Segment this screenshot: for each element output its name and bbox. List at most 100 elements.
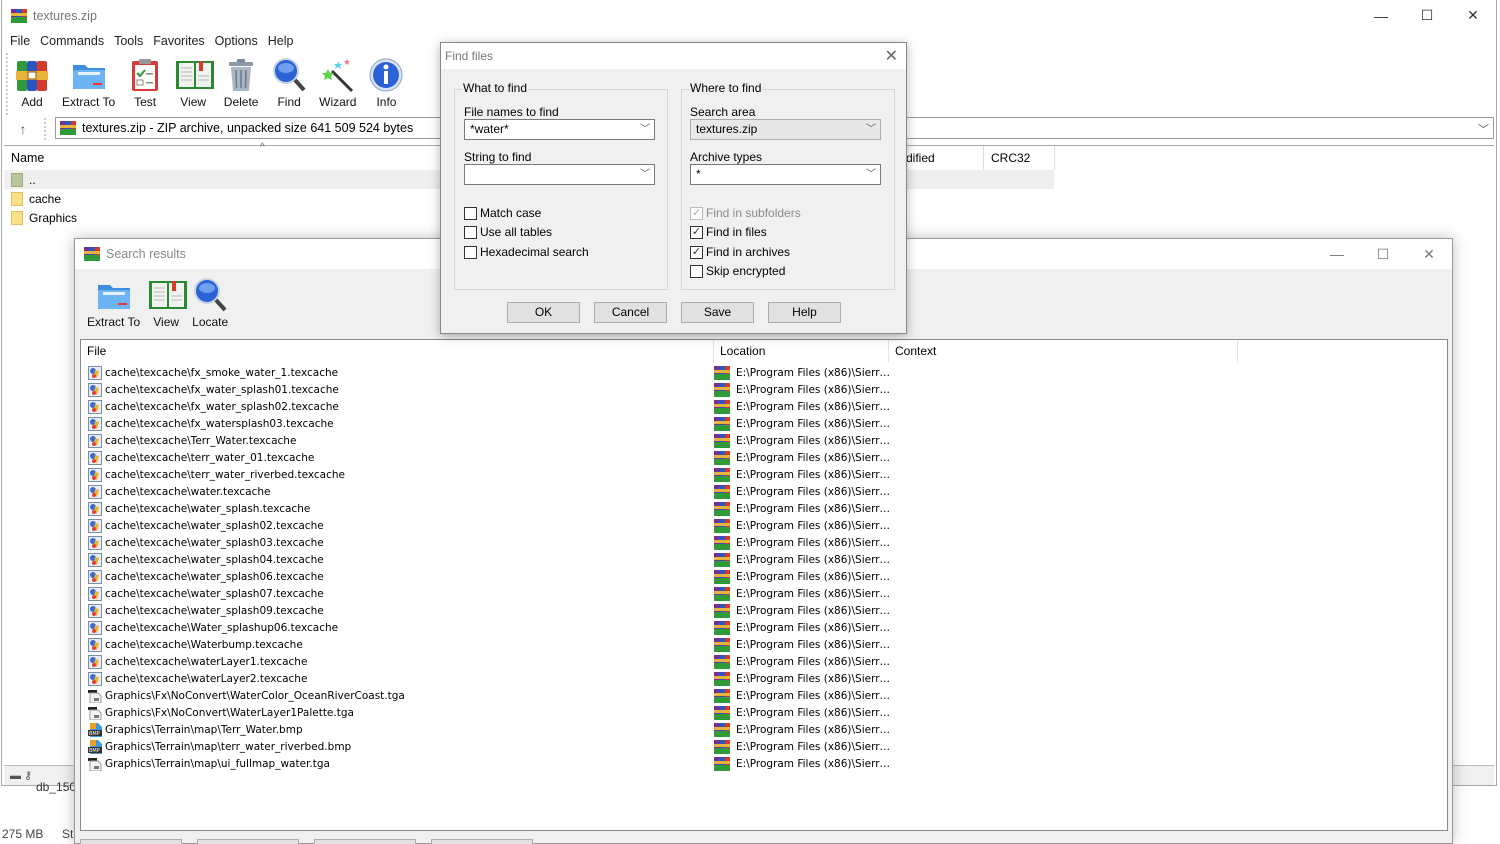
result-row[interactable]: BMP Graphics\Terrain\map\Terr_Water.bmp E:… <box>81 721 1447 738</box>
texcache-file-icon <box>88 433 102 448</box>
menu-options[interactable]: Options <box>210 34 263 48</box>
add-button[interactable]: Add <box>8 53 56 109</box>
cancel-button[interactable]: Cancel <box>594 302 667 323</box>
find-dialog-titlebar[interactable]: Find files ✕ <box>441 43 906 69</box>
archive-icon <box>714 654 730 670</box>
result-row[interactable]: cache\texcache\Waterbump.texcache E:\Prog… <box>81 636 1447 653</box>
menu-favorites[interactable]: Favorites <box>148 34 209 48</box>
file-names-combo[interactable]: *water* ﹀ <box>464 119 655 140</box>
checkbox-label: Use all tables <box>480 225 553 239</box>
save-button[interactable]: Save <box>681 302 754 323</box>
find-in-files-checkbox[interactable]: ✓ Find in files <box>690 224 767 240</box>
result-file-text: cache\texcache\water_splash06.texcache <box>105 570 324 583</box>
archive-types-combo[interactable]: * ﹀ <box>690 164 881 185</box>
find-button[interactable]: Find <box>265 53 313 109</box>
menu-help[interactable]: Help <box>263 34 299 48</box>
find-in-subfolders-checkbox[interactable]: ✓ Find in subfolders <box>690 205 801 221</box>
result-row[interactable]: cache\texcache\Terr_Water.texcache E:\Pro… <box>81 432 1447 449</box>
close-button[interactable]: ✕ <box>1450 0 1496 31</box>
result-location: E:\Program Files (x86)\Sierr… <box>714 670 890 687</box>
ok-button[interactable]: OK <box>507 302 580 323</box>
result-row[interactable]: cache\texcache\Water_splashup06.texcache… <box>81 619 1447 636</box>
up-folder-button[interactable]: ↑ <box>2 117 46 140</box>
info-button[interactable]: Info <box>362 53 410 109</box>
result-row[interactable]: cache\texcache\fx_water_splash01.texcach… <box>81 381 1447 398</box>
bottom-button-1[interactable] <box>80 839 182 844</box>
chevron-down-icon[interactable]: ﹀ <box>866 165 876 184</box>
extract-to-button[interactable]: Extract To <box>83 275 144 329</box>
archive-icon <box>714 399 730 415</box>
result-row[interactable]: cache\texcache\terr_water_01.texcache E:\… <box>81 449 1447 466</box>
search-area-combo[interactable]: textures.zip ﹀ <box>690 119 881 140</box>
bottom-button-3[interactable] <box>314 839 416 844</box>
chevron-down-icon[interactable]: ﹀ <box>640 165 650 184</box>
skip-encrypted-checkbox[interactable]: Skip encrypted <box>690 263 785 279</box>
result-location-text: E:\Program Files (x86)\Sierr… <box>736 604 891 617</box>
texcache-file-icon <box>88 365 102 380</box>
chevron-down-icon[interactable]: ﹀ <box>1478 121 1489 137</box>
result-row[interactable]: cache\texcache\water.texcache E:\Program … <box>81 483 1447 500</box>
extract-to-button[interactable]: Extract To <box>56 53 121 109</box>
result-row[interactable]: cache\texcache\water_splash.texcache E:\P… <box>81 500 1447 517</box>
result-row[interactable]: cache\texcache\waterLayer2.texcache E:\Pr… <box>81 670 1447 687</box>
chevron-down-icon[interactable]: ﹀ <box>866 120 876 139</box>
minimize-button[interactable]: — <box>1314 239 1360 269</box>
use-all-tables-checkbox[interactable]: Use all tables <box>464 224 552 240</box>
result-row[interactable]: cache\texcache\water_splash06.texcache E:… <box>81 568 1447 585</box>
test-button[interactable]: Test <box>121 53 169 109</box>
bottom-button-2[interactable] <box>197 839 299 844</box>
wizard-button[interactable]: Wizard <box>313 53 362 109</box>
help-button[interactable]: Help <box>768 302 841 323</box>
match-case-checkbox[interactable]: Match case <box>464 205 541 221</box>
column-location[interactable]: Location <box>714 340 889 362</box>
close-button[interactable]: ✕ <box>1406 239 1452 269</box>
result-file-text: cache\texcache\Terr_Water.texcache <box>105 434 297 447</box>
hexadecimal-search-checkbox[interactable]: Hexadecimal search <box>464 244 589 260</box>
result-row[interactable]: cache\texcache\waterLayer1.texcache E:\Pr… <box>81 653 1447 670</box>
column-context[interactable]: Context <box>889 340 1238 362</box>
maximize-button[interactable]: ☐ <box>1360 239 1406 269</box>
column-modified[interactable]: dified <box>904 146 984 170</box>
find-in-archives-checkbox[interactable]: ✓ Find in archives <box>690 244 790 260</box>
result-row[interactable]: Graphics\Fx\NoConvert\WaterColor_OceanRi… <box>81 687 1447 704</box>
maximize-button[interactable]: ☐ <box>1404 0 1450 31</box>
menu-commands[interactable]: Commands <box>35 34 109 48</box>
result-location: E:\Program Files (x86)\Sierr… <box>714 432 890 449</box>
view-button[interactable]: View <box>144 275 188 329</box>
main-titlebar[interactable]: textures.zip — ☐ ✕ <box>2 0 1496 31</box>
column-crc32[interactable]: CRC32 <box>985 146 1055 170</box>
delete-button[interactable]: Delete <box>217 53 265 109</box>
bottom-button-4[interactable] <box>431 839 533 844</box>
checkbox-label: Find in archives <box>706 245 791 259</box>
result-row[interactable]: cache\texcache\terr_water_riverbed.texca… <box>81 466 1447 483</box>
result-row[interactable]: cache\texcache\fx_water_splash02.texcach… <box>81 398 1447 415</box>
result-row[interactable]: cache\texcache\fx_watersplash03.texcache… <box>81 415 1447 432</box>
result-row[interactable]: cache\texcache\water_splash02.texcache E:… <box>81 517 1447 534</box>
checkbox-box <box>464 245 477 259</box>
result-row[interactable]: cache\texcache\water_splash09.texcache E:… <box>81 602 1447 619</box>
column-file[interactable]: File <box>81 340 714 362</box>
result-row[interactable]: Graphics\Terrain\map\ui_fullmap_water.tg… <box>81 755 1447 772</box>
results-body: cache\texcache\fx_smoke_water_1.texcache… <box>81 364 1447 772</box>
result-file-text: Graphics\Terrain\map\terr_water_riverbed… <box>105 740 352 753</box>
minimize-button[interactable]: — <box>1358 0 1404 31</box>
chevron-down-icon[interactable]: ﹀ <box>640 120 650 139</box>
string-to-find-combo[interactable]: ﹀ <box>464 164 655 185</box>
view-button[interactable]: View <box>169 53 217 109</box>
result-row[interactable]: BMP Graphics\Terrain\map\terr_water_river… <box>81 738 1447 755</box>
close-icon[interactable]: ✕ <box>885 46 898 66</box>
result-row[interactable]: cache\texcache\water_splash03.texcache E:… <box>81 534 1447 551</box>
result-location-text: E:\Program Files (x86)\Sierr… <box>736 621 891 634</box>
result-row[interactable]: Graphics\Fx\NoConvert\WaterLayer1Palette… <box>81 704 1447 721</box>
result-file: Graphics\Fx\NoConvert\WaterLayer1Palette… <box>88 704 354 721</box>
result-row[interactable]: cache\texcache\water_splash07.texcache E:… <box>81 585 1447 602</box>
result-row[interactable]: cache\texcache\water_splash04.texcache E:… <box>81 551 1447 568</box>
column-name[interactable]: Name <box>11 151 44 165</box>
menu-file[interactable]: File <box>2 34 35 48</box>
result-row[interactable]: cache\texcache\fx_smoke_water_1.texcache… <box>81 364 1447 381</box>
locate-button[interactable]: Locate <box>188 275 232 329</box>
wizard-label: Wizard <box>319 95 357 109</box>
result-file-text: cache\texcache\water_splash07.texcache <box>105 587 324 600</box>
menu-tools[interactable]: Tools <box>109 34 148 48</box>
sort-ascending-icon: ^ <box>260 142 265 153</box>
